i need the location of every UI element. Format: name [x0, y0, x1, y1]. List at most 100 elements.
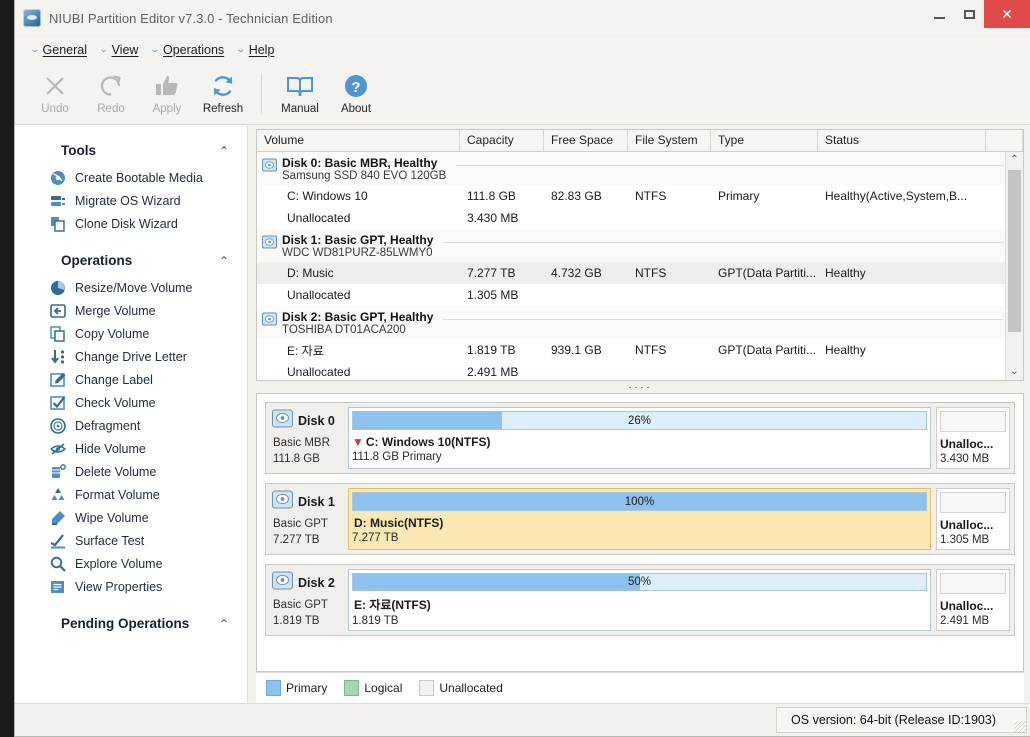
sidebar-item-label: Change Label [75, 372, 153, 387]
disk-group-header[interactable]: Disk 1: Basic GPT, Healthy WDC WD81PURZ-… [257, 229, 1023, 262]
minimize-button[interactable] [924, 0, 954, 28]
column-header-capacity[interactable]: Capacity [460, 130, 544, 151]
chevron-down-icon: ⌄ [235, 44, 247, 54]
disk-map-scheme: Basic GPT [273, 599, 328, 611]
table-row[interactable]: E: 자료 1.819 TB 939.1 GB NTFS GPT(Data Pa… [257, 339, 1023, 361]
about-button[interactable]: ? About [328, 71, 384, 115]
sidebar-item-create-bootable-media[interactable]: Create Bootable Media [15, 166, 247, 189]
sidebar-item-explore-volume[interactable]: Explore Volume [15, 552, 247, 575]
column-header-type[interactable]: Type [711, 130, 818, 151]
unallocated-block[interactable]: Unalloc... 1.305 MB [936, 488, 1010, 550]
resize-grip-icon[interactable] [1014, 721, 1026, 733]
toolbar: Undo Redo Apply Refresh Manual ? About [15, 62, 1030, 125]
table-row[interactable]: D: Music 7.277 TB 4.732 GB NTFS GPT(Data… [257, 262, 1023, 284]
window-title: NIUBI Partition Editor v7.3.0 - Technici… [49, 10, 333, 26]
sidebar-item-defragment[interactable]: Defragment [15, 414, 247, 437]
menu-help[interactable]: ⌄ Help [233, 41, 281, 59]
partition-block-e[interactable]: 50% E: 자료(NTFS) 1.819 TB [348, 569, 931, 631]
sidebar-section-operations-header[interactable]: Operations ⌃ [15, 245, 247, 276]
sidebar-item-migrate-os-wizard[interactable]: Migrate OS Wizard [15, 189, 247, 212]
disk-group-header[interactable]: Disk 2: Basic GPT, Healthy TOSHIBA DT01A… [257, 306, 1023, 339]
table-row[interactable]: Unallocated 2.491 MB [257, 361, 1023, 380]
cell-volume: D: Music [287, 266, 334, 280]
scrollbar-track[interactable] [1006, 168, 1023, 364]
disk-group-header[interactable]: Disk 0: Basic MBR, Healthy Samsung SSD 8… [257, 152, 1023, 185]
app-window: NIUBI Partition Editor v7.3.0 - Technici… [14, 0, 1030, 737]
sidebar-item-view-properties[interactable]: View Properties [15, 575, 247, 598]
redo-button[interactable]: Redo [83, 71, 139, 115]
legend: Primary Logical Unallocated [256, 672, 1024, 703]
menu-general[interactable]: ⌄ General [27, 41, 94, 59]
unallocated-block[interactable]: Unalloc... 3.430 MB [936, 407, 1010, 469]
sidebar-item-copy-volume[interactable]: Copy Volume [15, 322, 247, 345]
sidebar-item-change-drive-letter[interactable]: Change Drive Letter [15, 345, 247, 368]
sidebar-item-wipe-volume[interactable]: Wipe Volume [15, 506, 247, 529]
column-header-free-space[interactable]: Free Space [544, 130, 628, 151]
sidebar-item-surface-test[interactable]: Surface Test [15, 529, 247, 552]
unallocated-block[interactable]: Unalloc... 2.491 MB [936, 569, 1010, 631]
disk-map-scheme: Basic GPT [273, 518, 328, 530]
disk-map-size: 7.277 TB [273, 534, 320, 546]
cell-free-space: 939.1 GB [551, 343, 602, 357]
scroll-down-icon[interactable]: ⌄ [1010, 364, 1018, 380]
manual-button[interactable]: Manual [272, 71, 328, 115]
unallocated-size: 2.491 MB [940, 615, 990, 627]
usage-percent-label: 100% [624, 495, 655, 508]
menu-operations[interactable]: ⌄ Operations [147, 41, 231, 59]
delete-volume-icon [49, 463, 66, 480]
sidebar-item-change-label[interactable]: Change Label [15, 368, 247, 391]
sidebar-section-tools-header[interactable]: Tools ⌃ [15, 135, 247, 166]
legend-item-unallocated: Unallocated [419, 680, 503, 696]
cell-file-system: NTFS [635, 189, 667, 203]
disk-map-disk-2[interactable]: Disk 2 Basic GPT 1.819 TB 50% E: 자료(NTFS… [265, 564, 1015, 636]
column-header-status[interactable]: Status [818, 130, 986, 151]
table-row[interactable]: C: Windows 10 111.8 GB 82.83 GB NTFS Pri… [257, 185, 1023, 207]
system-flag-icon: ▼ [352, 435, 364, 449]
menu-view[interactable]: ⌄ View [96, 41, 145, 59]
sidebar-item-label: Create Bootable Media [75, 170, 203, 185]
view-properties-icon [49, 578, 66, 595]
merge-volume-icon [49, 302, 66, 319]
table-vertical-scrollbar[interactable]: ⌃ ⌄ [1005, 152, 1023, 380]
legend-swatch-unallocated [419, 680, 435, 696]
close-button[interactable]: ✕ [984, 0, 1030, 28]
unallocated-title: Unalloc... [940, 599, 994, 613]
sidebar-item-merge-volume[interactable]: Merge Volume [15, 299, 247, 322]
unallocated-size: 1.305 MB [940, 534, 990, 546]
sidebar-section-operations-title: Operations [61, 253, 133, 268]
cell-type: GPT(Data Partiti... [718, 343, 817, 357]
sidebar-item-delete-volume[interactable]: Delete Volume [15, 460, 247, 483]
maximize-icon [963, 9, 975, 19]
column-header-volume[interactable]: Volume [257, 130, 460, 151]
unallocated-title: Unalloc... [940, 437, 994, 451]
cell-status: Healthy [825, 266, 866, 280]
partition-title-row: ▼ C: Windows 10(NTFS) [352, 435, 927, 449]
column-header-file-system[interactable]: File System [628, 130, 711, 151]
table-row[interactable]: Unallocated 3.430 MB [257, 207, 1023, 229]
scrollbar-thumb[interactable] [1008, 170, 1021, 332]
disk-map-title-row: Disk 1 [272, 488, 335, 516]
sidebar-item-hide-volume[interactable]: Hide Volume [15, 437, 247, 460]
legend-swatch-primary [266, 680, 281, 696]
cell-volume: Unallocated [287, 365, 351, 379]
sidebar-item-clone-disk-wizard[interactable]: Clone Disk Wizard [15, 212, 247, 235]
volume-table: Volume Capacity Free Space File System T… [256, 129, 1024, 381]
sidebar-item-check-volume[interactable]: Check Volume [15, 391, 247, 414]
sidebar-item-format-volume[interactable]: Format Volume [15, 483, 247, 506]
horizontal-splitter-handle[interactable] [256, 381, 1024, 393]
scroll-up-icon[interactable]: ⌃ [1010, 152, 1018, 168]
cell-capacity: 7.277 TB [467, 266, 516, 280]
sidebar-section-pending-operations-header[interactable]: Pending Operations ⌃ [15, 608, 247, 639]
partition-block-c[interactable]: 26% ▼ C: Windows 10(NTFS) 111.8 GB Prima… [348, 407, 931, 469]
cell-type: GPT(Data Partiti... [718, 266, 817, 280]
apply-button[interactable]: Apply [139, 71, 195, 115]
sidebar-item-resize-move-volume[interactable]: Resize/Move Volume [15, 276, 247, 299]
table-row[interactable]: Unallocated 1.305 MB [257, 284, 1023, 306]
partition-block-d[interactable]: 100% D: Music(NTFS) 7.277 TB [348, 488, 931, 550]
undo-button[interactable]: Undo [27, 71, 83, 115]
disk-map-disk-1[interactable]: Disk 1 Basic GPT 7.277 TB 100% D: Music(… [265, 483, 1015, 555]
maximize-button[interactable] [954, 0, 984, 28]
partition-title: C: Windows 10(NTFS) [365, 435, 491, 449]
disk-map-disk-0[interactable]: Disk 0 Basic MBR 111.8 GB 26% ▼ C: Windo… [265, 402, 1015, 474]
refresh-button[interactable]: Refresh [195, 71, 251, 115]
